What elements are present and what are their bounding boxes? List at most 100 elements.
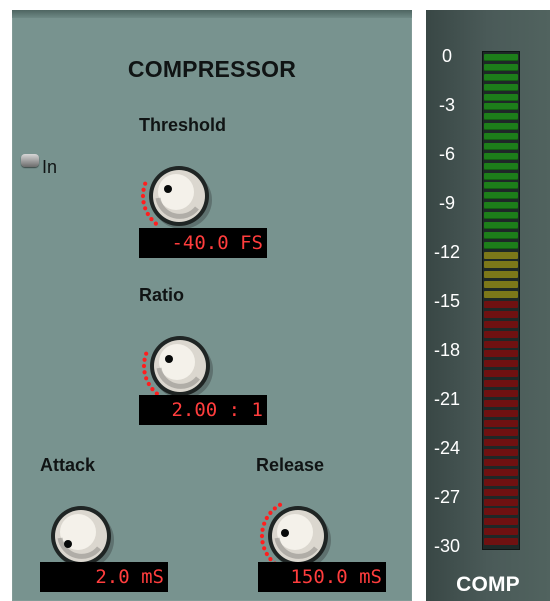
scale-label-minus-9: -9 — [438, 193, 455, 213]
meter-segment — [484, 478, 518, 486]
arc-dot — [141, 187, 146, 192]
meter-segment — [484, 192, 518, 200]
meter-segment — [484, 429, 518, 437]
meter-segment — [484, 449, 518, 457]
meter-segment — [484, 399, 518, 407]
meter-segment — [484, 389, 518, 397]
scale-label-minus-18: -18 — [433, 340, 460, 360]
arc-dot — [149, 217, 154, 222]
scale-label-minus-15: -15 — [433, 291, 460, 311]
meter-segment — [484, 202, 518, 210]
arc-dot — [153, 221, 158, 226]
arc-dot — [141, 200, 146, 205]
meter-segment — [484, 231, 518, 239]
meter-segment — [484, 380, 518, 388]
meter-segment — [484, 142, 518, 150]
meter-segment — [484, 113, 518, 121]
meter-segment — [484, 538, 518, 546]
meter-segment — [484, 350, 518, 358]
scale-label-minus-12: -12 — [433, 242, 460, 262]
arc-dot — [268, 557, 273, 562]
meter-segment — [484, 439, 518, 447]
arc-dot — [145, 211, 150, 217]
arc-dot — [262, 521, 267, 526]
attack-label: Attack — [40, 455, 96, 475]
release-label: Release — [256, 455, 325, 475]
arc-dot — [142, 357, 147, 362]
meter-title: COMP — [456, 573, 520, 596]
meter-scale: 0 -3 -6 -9 -12 -15 -18 -21 -24 -27 -30 — [426, 10, 472, 601]
ratio-label: Ratio — [139, 285, 184, 305]
in-toggle-icon[interactable] — [21, 154, 39, 167]
meter-segment — [484, 310, 518, 318]
meter-segment — [484, 360, 518, 368]
comp-meter-bar — [482, 51, 520, 550]
meter-segment — [484, 330, 518, 338]
scale-label-minus-3: -3 — [438, 95, 455, 115]
arc-dot — [146, 381, 151, 387]
arc-dot — [262, 546, 267, 551]
meter-segment — [484, 123, 518, 131]
meter-segment — [484, 419, 518, 427]
meter-segment — [484, 241, 518, 249]
ratio-knob[interactable] — [136, 320, 222, 406]
scale-label-minus-30: -30 — [433, 536, 460, 556]
compressor-title: COMPRESSOR — [127, 56, 297, 82]
meter-segment — [484, 103, 518, 111]
threshold-knob[interactable] — [135, 150, 221, 236]
meter-segment — [484, 498, 518, 506]
meter-segment — [484, 251, 518, 259]
arc-dot — [142, 370, 147, 375]
meter-segment — [484, 281, 518, 289]
threshold-display[interactable]: -40.0 FS — [139, 228, 267, 258]
attack-display[interactable]: 2.0 mS — [40, 562, 168, 592]
scale-label-minus-21: -21 — [433, 389, 460, 409]
ratio-display[interactable]: 2.00 : 1 — [139, 395, 267, 425]
scale-label-minus-6: -6 — [438, 144, 455, 164]
threshold-knob-icon — [140, 166, 212, 229]
meter-segment — [484, 212, 518, 220]
meter-segment — [484, 172, 518, 180]
meter-segment — [484, 54, 518, 61]
scale-label-minus-27: -27 — [433, 487, 460, 507]
arc-dot — [140, 193, 146, 199]
comp-meter-panel: 0 -3 -6 -9 -12 -15 -18 -21 -24 -27 -30 C… — [426, 10, 550, 601]
meter-segment — [484, 83, 518, 91]
meter-segment — [484, 133, 518, 141]
meter-segment — [484, 518, 518, 526]
arc-dot — [144, 351, 149, 356]
arc-dot — [264, 551, 269, 557]
meter-segment — [484, 152, 518, 160]
meter-segment — [484, 221, 518, 229]
arc-dot — [272, 506, 277, 511]
arc-dot — [268, 510, 273, 515]
meter-segment — [484, 508, 518, 516]
meter-segment — [484, 488, 518, 496]
meter-segment — [484, 340, 518, 348]
threshold-label: Threshold — [139, 115, 227, 135]
meter-segment — [484, 468, 518, 476]
meter-segment — [484, 63, 518, 71]
meter-segment — [484, 271, 518, 279]
arc-dot — [141, 363, 147, 369]
in-toggle-label: In — [42, 157, 58, 177]
arc-dot — [264, 515, 269, 521]
meter-segment — [484, 291, 518, 299]
meter-segment — [484, 162, 518, 170]
compressor-panel: COMPRESSOR In Threshold -40.0 FS Ratio 2… — [12, 10, 412, 601]
meter-segment — [484, 320, 518, 328]
scale-label-minus-24: -24 — [433, 438, 460, 458]
arc-dot — [260, 527, 265, 532]
arc-dot — [143, 181, 148, 186]
meter-segment — [484, 409, 518, 417]
arc-dot — [144, 376, 149, 381]
meter-segment — [484, 182, 518, 190]
arc-dot — [260, 540, 265, 545]
meter-segment — [484, 459, 518, 467]
release-display[interactable]: 150.0 mS — [258, 562, 386, 592]
meter-segment — [484, 93, 518, 101]
scale-label-0: 0 — [441, 46, 452, 66]
arc-dot — [143, 206, 148, 211]
arc-dot — [277, 502, 283, 507]
meter-segment — [484, 301, 518, 308]
